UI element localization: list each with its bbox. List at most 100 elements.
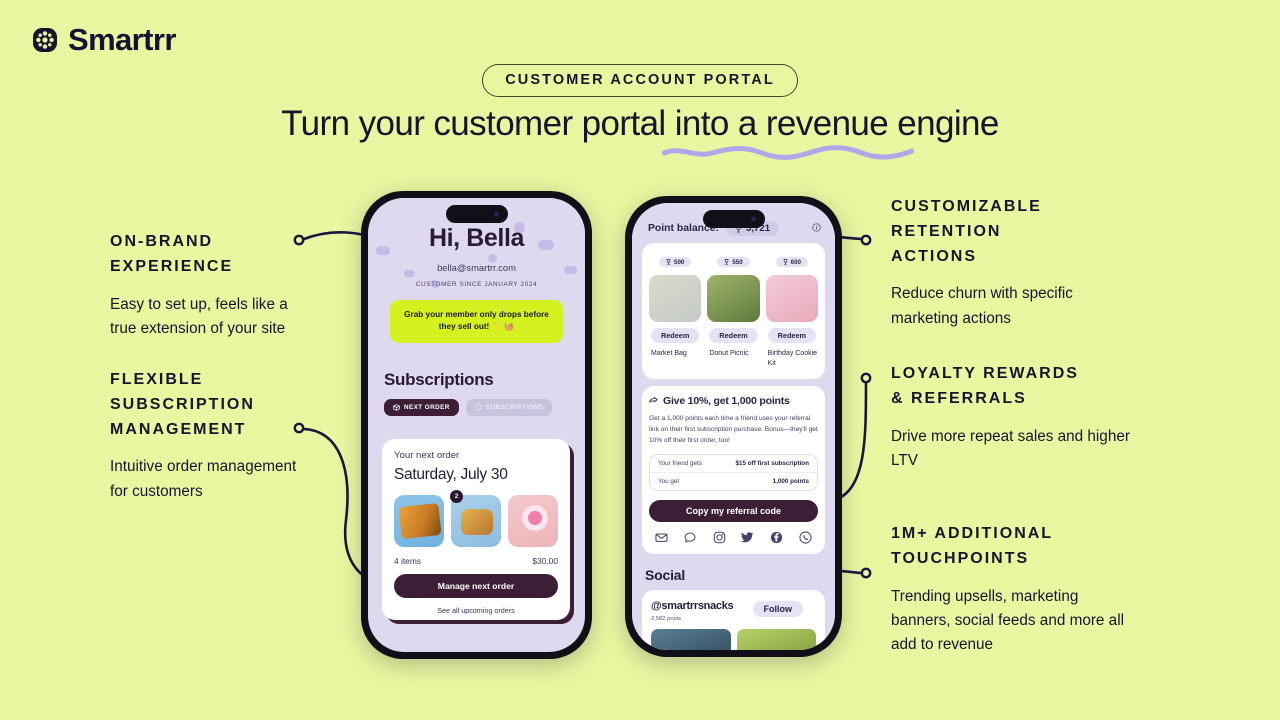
- reward-image[interactable]: [649, 275, 702, 322]
- order-card-label: Your next order: [394, 450, 460, 461]
- feature-on-brand: ON-BRAND EXPERIENCE Easy to set up, feel…: [110, 230, 360, 341]
- promo-banner[interactable]: Grab your member only drops before they …: [390, 300, 563, 343]
- referral-terms-row: Your friend gets $15 off first subscript…: [650, 455, 817, 472]
- eyebrow-badge: CUSTOMER ACCOUNT PORTAL: [482, 64, 798, 97]
- eyebrow-wrapper: CUSTOMER ACCOUNT PORTAL: [0, 64, 1280, 97]
- redeem-button[interactable]: Redeem: [650, 328, 700, 343]
- tab-label: SUBSCRIPTIONS: [485, 403, 544, 411]
- manage-next-order-button[interactable]: Manage next order: [394, 574, 558, 598]
- reward-name: Market Bag: [651, 350, 687, 357]
- term-value: $15 off first subscription: [735, 460, 809, 468]
- referral-card: Give 10%, get 1,000 points Get a 1,000 p…: [642, 386, 825, 555]
- feature-body: Reduce churn with specific marketing act…: [891, 285, 1073, 327]
- order-date: Saturday, July 30: [394, 466, 508, 483]
- dynamic-island: [445, 205, 508, 223]
- facebook-icon[interactable]: [770, 531, 783, 544]
- feature-additional-touchpoints: 1M+ ADDITIONAL TOUCHPOINTS Trending upse…: [891, 522, 1171, 657]
- social-post-tile[interactable]: [651, 629, 731, 650]
- share-icon-row: [649, 531, 818, 544]
- phone-screen-right: Point balance: 3,721 500 Redeem Market B…: [632, 203, 835, 650]
- referral-title: Give 10%, get 1,000 points: [663, 395, 790, 408]
- share-icon: [649, 396, 658, 403]
- feature-loyalty-rewards: LOYALTY REWARDS & REFERRALS Drive more r…: [891, 362, 1173, 473]
- copy-referral-code-button[interactable]: Copy my referral code: [649, 500, 818, 523]
- product-image: [398, 502, 442, 540]
- customer-email: bella@smartrr.com: [437, 262, 516, 273]
- trophy-icon: [666, 259, 671, 265]
- feature-title: FLEXIBLE SUBSCRIPTION MANAGEMENT: [110, 371, 255, 438]
- term-label: Your friend gets: [658, 460, 702, 468]
- feature-body: Intuitive order management for customers: [110, 458, 297, 500]
- feature-flexible-subscription: FLEXIBLE SUBSCRIPTION MANAGEMENT Intuiti…: [110, 368, 360, 504]
- rewards-list: 500 Redeem Market Bag 550 Redeem Donut P…: [649, 252, 818, 369]
- twitter-icon[interactable]: [741, 531, 754, 544]
- social-post-tiles: [651, 629, 816, 650]
- dynamic-island: [702, 210, 765, 228]
- greeting-text: Hi, Bella: [428, 224, 525, 252]
- squiggle-underline-icon: [661, 145, 914, 160]
- trophy-icon: [725, 259, 729, 265]
- customer-since: CUSTOMER SINCE JANUARY 2024: [415, 281, 538, 288]
- page-title-text: Turn your customer portal into a revenue…: [281, 104, 999, 143]
- product-image: [522, 505, 548, 531]
- item-count-badge: 2: [450, 490, 463, 503]
- reward-name: Donut Picnic: [709, 350, 749, 357]
- order-items: 2: [394, 490, 558, 547]
- headline-wrapper: Turn your customer portal into a revenue…: [0, 104, 1280, 160]
- order-item-thumb[interactable]: [394, 495, 444, 547]
- feature-title: ON-BRAND EXPERIENCE: [110, 233, 234, 275]
- instagram-icon[interactable]: [713, 531, 726, 544]
- refresh-icon: [475, 403, 482, 411]
- feature-customizable-retention: CUSTOMIZABLE RETENTION ACTIONS Reduce ch…: [891, 195, 1161, 331]
- see-all-upcoming-orders-link[interactable]: See all upcoming orders: [394, 606, 558, 615]
- right-screen-content: Point balance: 3,721 500 Redeem Market B…: [632, 203, 835, 650]
- order-item-thumb[interactable]: [451, 495, 501, 547]
- follow-button[interactable]: Follow: [752, 601, 803, 618]
- message-icon[interactable]: [684, 531, 697, 544]
- reward-image[interactable]: [765, 275, 818, 322]
- order-meta: 4 items $30.00: [394, 556, 558, 566]
- reward-item: 600 Redeem Birthday Cookie Kit: [765, 252, 818, 369]
- reward-points-badge: 500: [659, 257, 692, 267]
- reward-points: 500: [674, 258, 685, 266]
- feature-body: Easy to set up, feels like a true extens…: [110, 295, 288, 337]
- subscriptions-heading: Subscriptions: [384, 369, 494, 389]
- feature-title: LOYALTY REWARDS & REFERRALS: [891, 365, 1079, 407]
- product-image: [461, 509, 493, 535]
- reward-image[interactable]: [707, 275, 760, 322]
- redeem-button[interactable]: Redeem: [767, 328, 817, 343]
- reward-item: 550 Redeem Donut Picnic: [707, 252, 760, 369]
- feature-body: Trending upsells, marketing banners, soc…: [891, 587, 1124, 653]
- referral-terms-table: Your friend gets $15 off first subscript…: [649, 454, 818, 492]
- reward-name: Birthday Cookie Kit: [767, 350, 818, 368]
- phone-screen-left: Hi, Bella bella@smartrr.com CUSTOMER SIN…: [368, 198, 585, 652]
- feature-body: Drive more repeat sales and higher LTV: [891, 427, 1130, 469]
- page-title: Turn your customer portal into a revenue…: [281, 104, 999, 160]
- camera-dot-icon: [750, 216, 756, 222]
- order-item-thumb[interactable]: [508, 495, 558, 547]
- trophy-icon: [783, 259, 787, 265]
- redeem-button[interactable]: Redeem: [709, 328, 758, 343]
- social-post-count: 2,582 posts: [651, 616, 681, 623]
- retention-rewards-card: 500 Redeem Market Bag 550 Redeem Donut P…: [642, 243, 825, 380]
- info-icon[interactable]: [812, 223, 821, 234]
- social-feed-card: @smartrrsnacks Follow 2,582 posts: [642, 590, 825, 650]
- term-label: You get: [658, 478, 680, 486]
- social-post-tile[interactable]: [736, 629, 816, 650]
- next-order-card: Your next order Saturday, July 30 2 4 it…: [382, 439, 570, 620]
- box-icon: [393, 403, 400, 411]
- brand-logo: Smartrr: [32, 22, 176, 58]
- phone-mockup-right: Point balance: 3,721 500 Redeem Market B…: [625, 196, 842, 657]
- smartrr-flower-mark-icon: [32, 27, 58, 53]
- camera-dot-icon: [493, 211, 499, 217]
- tab-subscriptions[interactable]: SUBSCRIPTIONS: [465, 398, 553, 416]
- whatsapp-icon[interactable]: [799, 531, 812, 544]
- left-screen-content: Hi, Bella bella@smartrr.com CUSTOMER SIN…: [368, 198, 585, 652]
- referral-body: Get a 1,000 points each time a friend us…: [649, 415, 818, 444]
- tab-next-order[interactable]: NEXT ORDER: [384, 398, 459, 416]
- reward-points: 550: [732, 258, 743, 266]
- reward-item: 500 Redeem Market Bag: [649, 252, 702, 369]
- phone-mockup-left: Hi, Bella bella@smartrr.com CUSTOMER SIN…: [361, 191, 592, 659]
- email-icon[interactable]: [655, 531, 668, 544]
- reward-points: 600: [790, 258, 801, 266]
